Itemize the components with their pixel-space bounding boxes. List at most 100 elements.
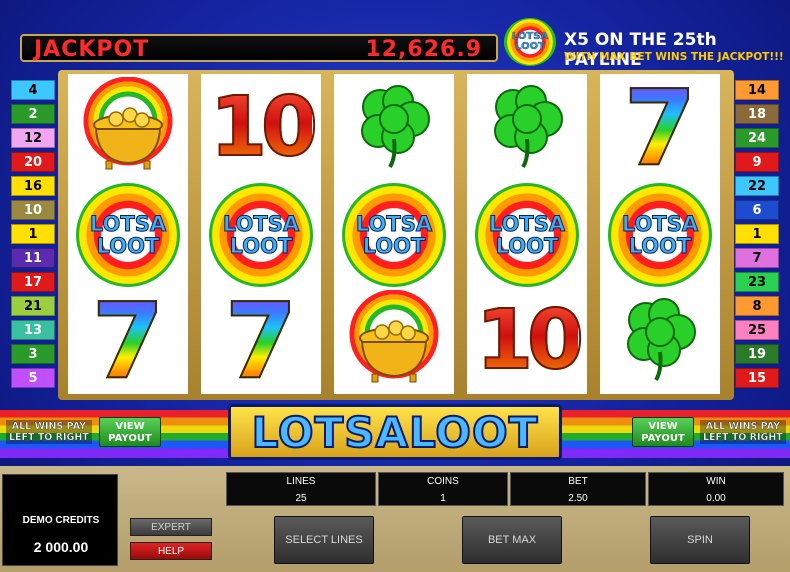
game-title: LOTSALOOT	[251, 407, 539, 458]
view-payout-right-line2: PAYOUT	[641, 433, 685, 444]
reel-5: 7 LOTSA LOOT	[600, 74, 720, 394]
credits-display: DEMO CREDITS 2 000.00	[2, 474, 118, 566]
lotsa-loot-symbol-line2: LOOT	[628, 233, 692, 258]
jackpot-label: JACKPOT	[34, 37, 150, 62]
coins-value: 1	[440, 493, 446, 504]
lotsa-loot-symbol-line1: LOTSA	[222, 211, 300, 236]
lines-display: LINES 25	[226, 472, 376, 506]
payline-marker-left-5[interactable]: 5	[11, 368, 55, 388]
reel-symbol-pot-of-gold	[68, 74, 188, 181]
payline-marker-right-15[interactable]: 15	[735, 368, 779, 388]
lotsa-loot-symbol: LOTSA LOOT	[608, 182, 712, 287]
reel-symbol-lotsa-loot: LOTSA LOOT	[467, 181, 587, 288]
lines-label: LINES	[286, 476, 316, 487]
reel-symbol-lotsa-loot: LOTSA LOOT	[334, 181, 454, 288]
pot-of-gold-icon	[80, 76, 176, 178]
view-payout-right-line1: VIEW	[648, 421, 678, 432]
all-wins-note-left: ALL WINS PAY LEFT TO RIGHT	[6, 420, 92, 444]
lotsa-loot-symbol-line2: LOOT	[229, 233, 293, 258]
select-lines-button[interactable]: SELECT LINES	[274, 516, 374, 564]
payline-marker-left-3[interactable]: 3	[11, 344, 55, 364]
four-leaf-clover-icon	[481, 79, 573, 176]
payline-marker-right-19[interactable]: 19	[735, 344, 779, 364]
lotsa-loot-symbol-line2: LOOT	[362, 233, 426, 258]
payline-marker-left-2[interactable]: 2	[11, 104, 55, 124]
jackpot-display: JACKPOT 12,626.9	[20, 34, 498, 62]
payline-marker-right-22[interactable]: 22	[735, 176, 779, 196]
payline-marker-left-17[interactable]: 17	[11, 272, 55, 292]
payline-marker-right-8[interactable]: 8	[735, 296, 779, 316]
reel-symbol-ten: 10	[201, 74, 321, 181]
view-payout-button-right[interactable]: VIEW PAYOUT	[632, 417, 694, 447]
payline-marker-right-1[interactable]: 1	[735, 224, 779, 244]
promo-headline: X5 ON THE 25th PAYLINE	[564, 30, 717, 70]
all-wins-note-left-line2: LEFT TO RIGHT	[9, 432, 89, 443]
payline-marker-left-20[interactable]: 20	[11, 152, 55, 172]
game-title-logo: LOTSALOOT	[228, 404, 562, 460]
credits-label: DEMO CREDITS	[22, 515, 100, 526]
lotsa-loot-symbol-line2: LOOT	[96, 233, 160, 258]
payline-marker-left-4[interactable]: 4	[11, 80, 55, 100]
seven-symbol: 7	[91, 279, 165, 402]
bet-display: BET 2.50	[510, 472, 646, 506]
payline-marker-left-10[interactable]: 10	[11, 200, 55, 220]
reel-3: LOTSA LOOT	[334, 74, 454, 394]
view-payout-button-left[interactable]: VIEW PAYOUT	[99, 417, 161, 447]
payline-marker-left-16[interactable]: 16	[11, 176, 55, 196]
bet-max-button[interactable]: BET MAX	[462, 516, 562, 564]
view-payout-left-line2: PAYOUT	[108, 433, 152, 444]
jackpot-value: 12,626.9	[365, 37, 482, 62]
payline-marker-right-24[interactable]: 24	[735, 128, 779, 148]
payline-marker-right-25[interactable]: 25	[735, 320, 779, 340]
payline-marker-left-1[interactable]: 1	[11, 224, 55, 244]
seven-symbol: 7	[224, 279, 298, 402]
expert-button[interactable]: EXPERT	[130, 518, 212, 536]
payline-marker-right-7[interactable]: 7	[735, 248, 779, 268]
game-logo-badge: LOTSA LOOT	[504, 18, 556, 66]
reel-symbol-lotsa-loot: LOTSA LOOT	[201, 181, 321, 288]
reel-symbol-clover	[334, 74, 454, 181]
reel-1: LOTSA LOOT 7	[68, 74, 188, 394]
lotsa-loot-symbol: LOTSA LOOT	[209, 182, 313, 287]
view-payout-left-line1: VIEW	[115, 421, 145, 432]
reel-symbol-pot-of-gold	[334, 287, 454, 394]
payline-marker-right-14[interactable]: 14	[735, 80, 779, 100]
coins-label: COINS	[427, 476, 459, 487]
payline-marker-left-12[interactable]: 12	[11, 128, 55, 148]
spin-button[interactable]: SPIN	[650, 516, 750, 564]
ten-symbol: 10	[475, 292, 585, 389]
lotsa-loot-symbol: LOTSA LOOT	[342, 182, 446, 287]
ten-symbol: 10	[209, 79, 319, 176]
promo-subline: WITH MAX BET WINS THE JACKPOT!!!	[564, 51, 784, 63]
reel-symbol-clover	[467, 74, 587, 181]
payline-marker-left-13[interactable]: 13	[11, 320, 55, 340]
help-button[interactable]: HELP	[130, 542, 212, 560]
credits-value: 2 000.00	[33, 539, 89, 555]
lotsa-loot-symbol: LOTSA LOOT	[76, 182, 180, 287]
four-leaf-clover-icon	[614, 292, 706, 389]
payline-marker-right-18[interactable]: 18	[735, 104, 779, 124]
payline-marker-left-21[interactable]: 21	[11, 296, 55, 316]
lotsa-loot-symbol: LOTSA LOOT	[475, 182, 579, 287]
reel-symbol-lotsa-loot: LOTSA LOOT	[68, 181, 188, 288]
payline-marker-left-11[interactable]: 11	[11, 248, 55, 268]
lotsa-loot-symbol-line2: LOOT	[495, 233, 559, 258]
all-wins-note-right: ALL WINS PAY LEFT TO RIGHT	[700, 420, 786, 444]
payline-marker-right-23[interactable]: 23	[735, 272, 779, 292]
reel-symbol-seven: 7	[68, 287, 188, 394]
reel-symbol-seven: 7	[600, 74, 720, 181]
lotsa-loot-symbol-line1: LOTSA	[355, 211, 433, 236]
lotsa-loot-symbol-line1: LOTSA	[89, 211, 167, 236]
payline-marker-right-6[interactable]: 6	[735, 200, 779, 220]
win-display: WIN 0.00	[648, 472, 784, 506]
all-wins-note-right-line1: ALL WINS PAY	[705, 421, 781, 432]
reel-symbol-ten: 10	[467, 287, 587, 394]
pot-of-gold-icon	[346, 289, 442, 391]
reel-symbol-lotsa-loot: LOTSA LOOT	[600, 181, 720, 288]
reel-2: 10 LOTSA LOOT 7	[201, 74, 321, 394]
all-wins-note-right-line2: LEFT TO RIGHT	[703, 432, 783, 443]
lines-value: 25	[295, 493, 307, 504]
lotsa-loot-symbol-line1: LOTSA	[488, 211, 566, 236]
payline-marker-right-9[interactable]: 9	[735, 152, 779, 172]
reel-symbol-clover	[600, 287, 720, 394]
